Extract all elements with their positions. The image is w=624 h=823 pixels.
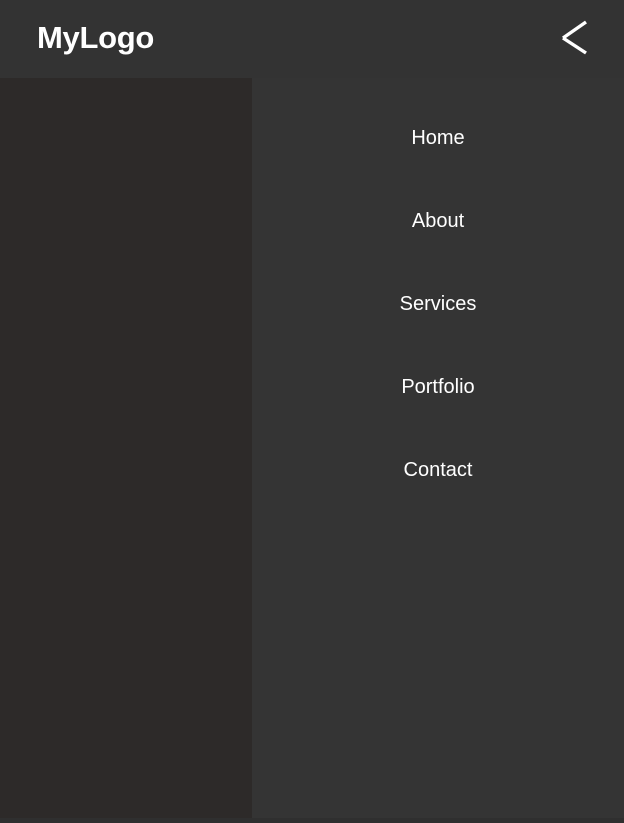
site-header: MyLogo [0,0,624,78]
logo[interactable]: MyLogo [37,20,154,56]
close-icon [562,20,587,55]
menu-item-contact[interactable]: Contact [252,458,624,482]
menu-item-services[interactable]: Services [252,292,624,316]
page-overlay[interactable] [0,78,252,818]
menu-item-home[interactable]: Home [252,126,624,150]
close-menu-button[interactable] [558,20,592,56]
menu-item-portfolio[interactable]: Portfolio [252,375,624,399]
menu-item-about[interactable]: About [252,209,624,233]
page-bottom-edge [0,818,624,823]
nav-menu-panel: Home About Services Portfolio Contact [252,78,624,818]
